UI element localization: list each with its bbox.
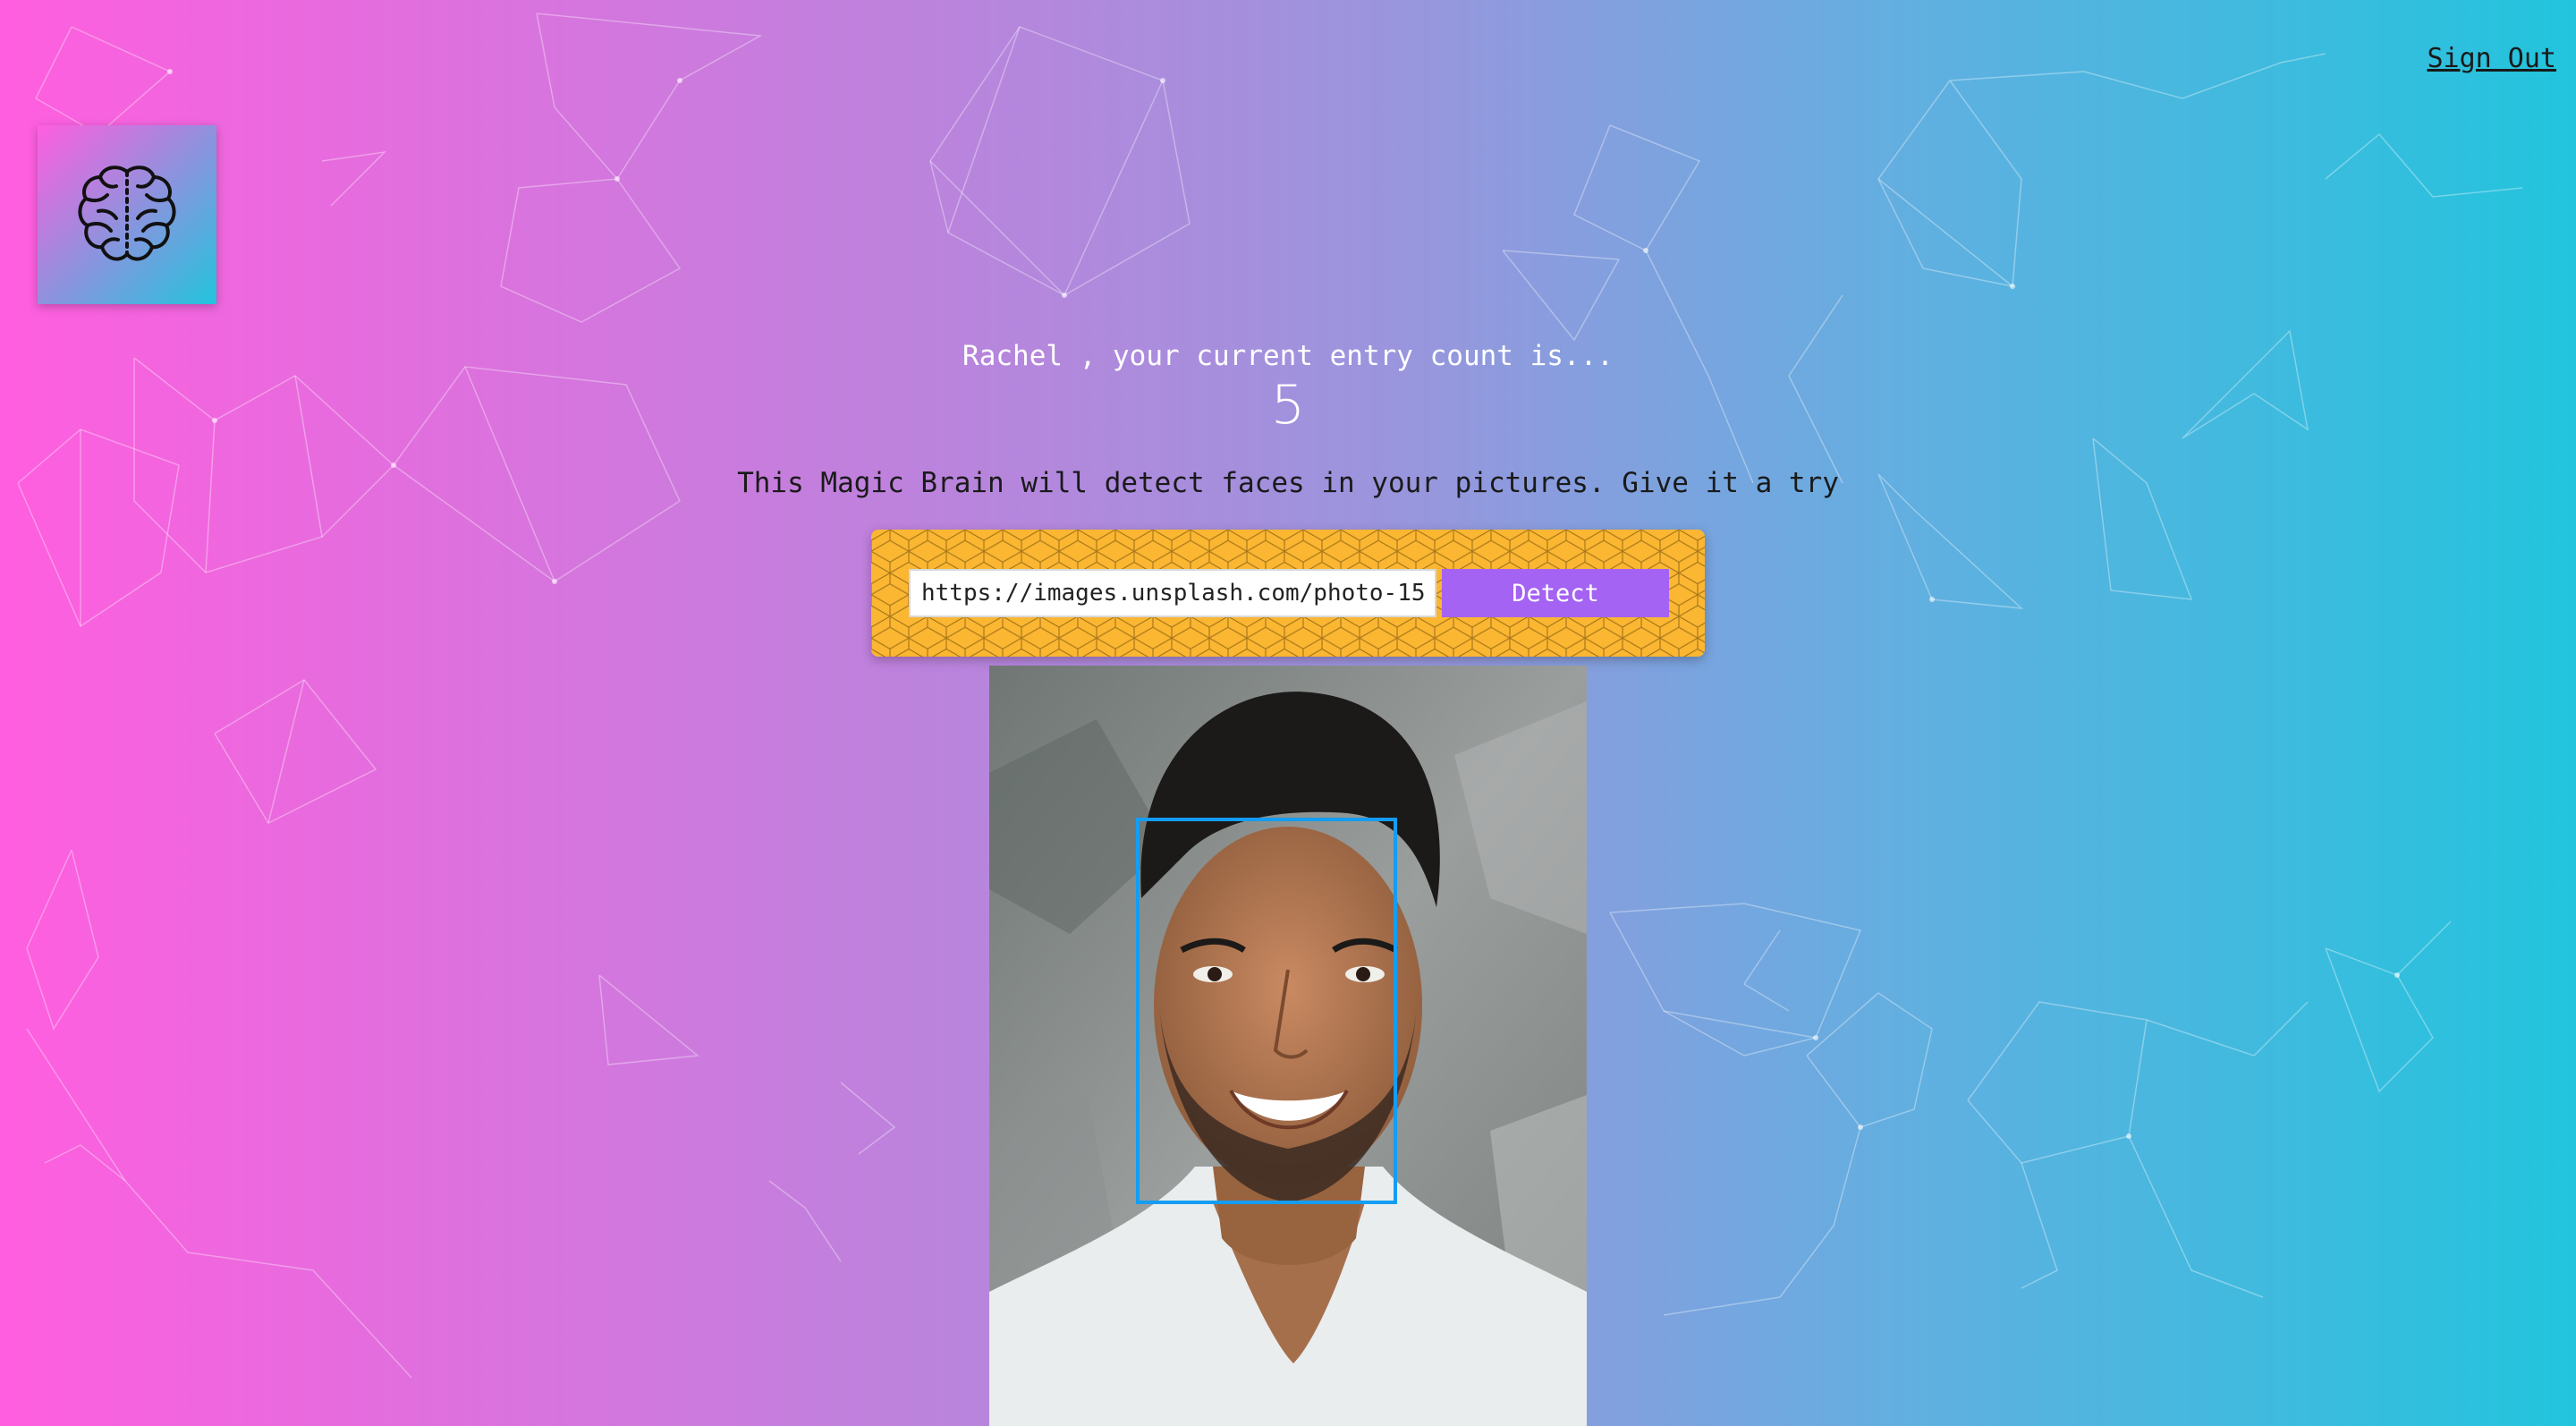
entry-count-greeting: Rachel , your current entry count is... [962,340,1614,372]
brain-logo [38,125,216,304]
image-url-input[interactable] [909,569,1436,617]
face-bounding-box [1136,818,1397,1204]
detect-button[interactable]: Detect [1442,569,1669,617]
image-link-form: Detect [871,530,1705,657]
brain-icon [78,166,176,261]
entry-count-value: 5 [1270,374,1306,437]
app-tagline: This Magic Brain will detect faces in yo… [737,467,1839,499]
face-image [989,666,1587,1426]
sign-out-link[interactable]: Sign Out [2428,43,2557,74]
